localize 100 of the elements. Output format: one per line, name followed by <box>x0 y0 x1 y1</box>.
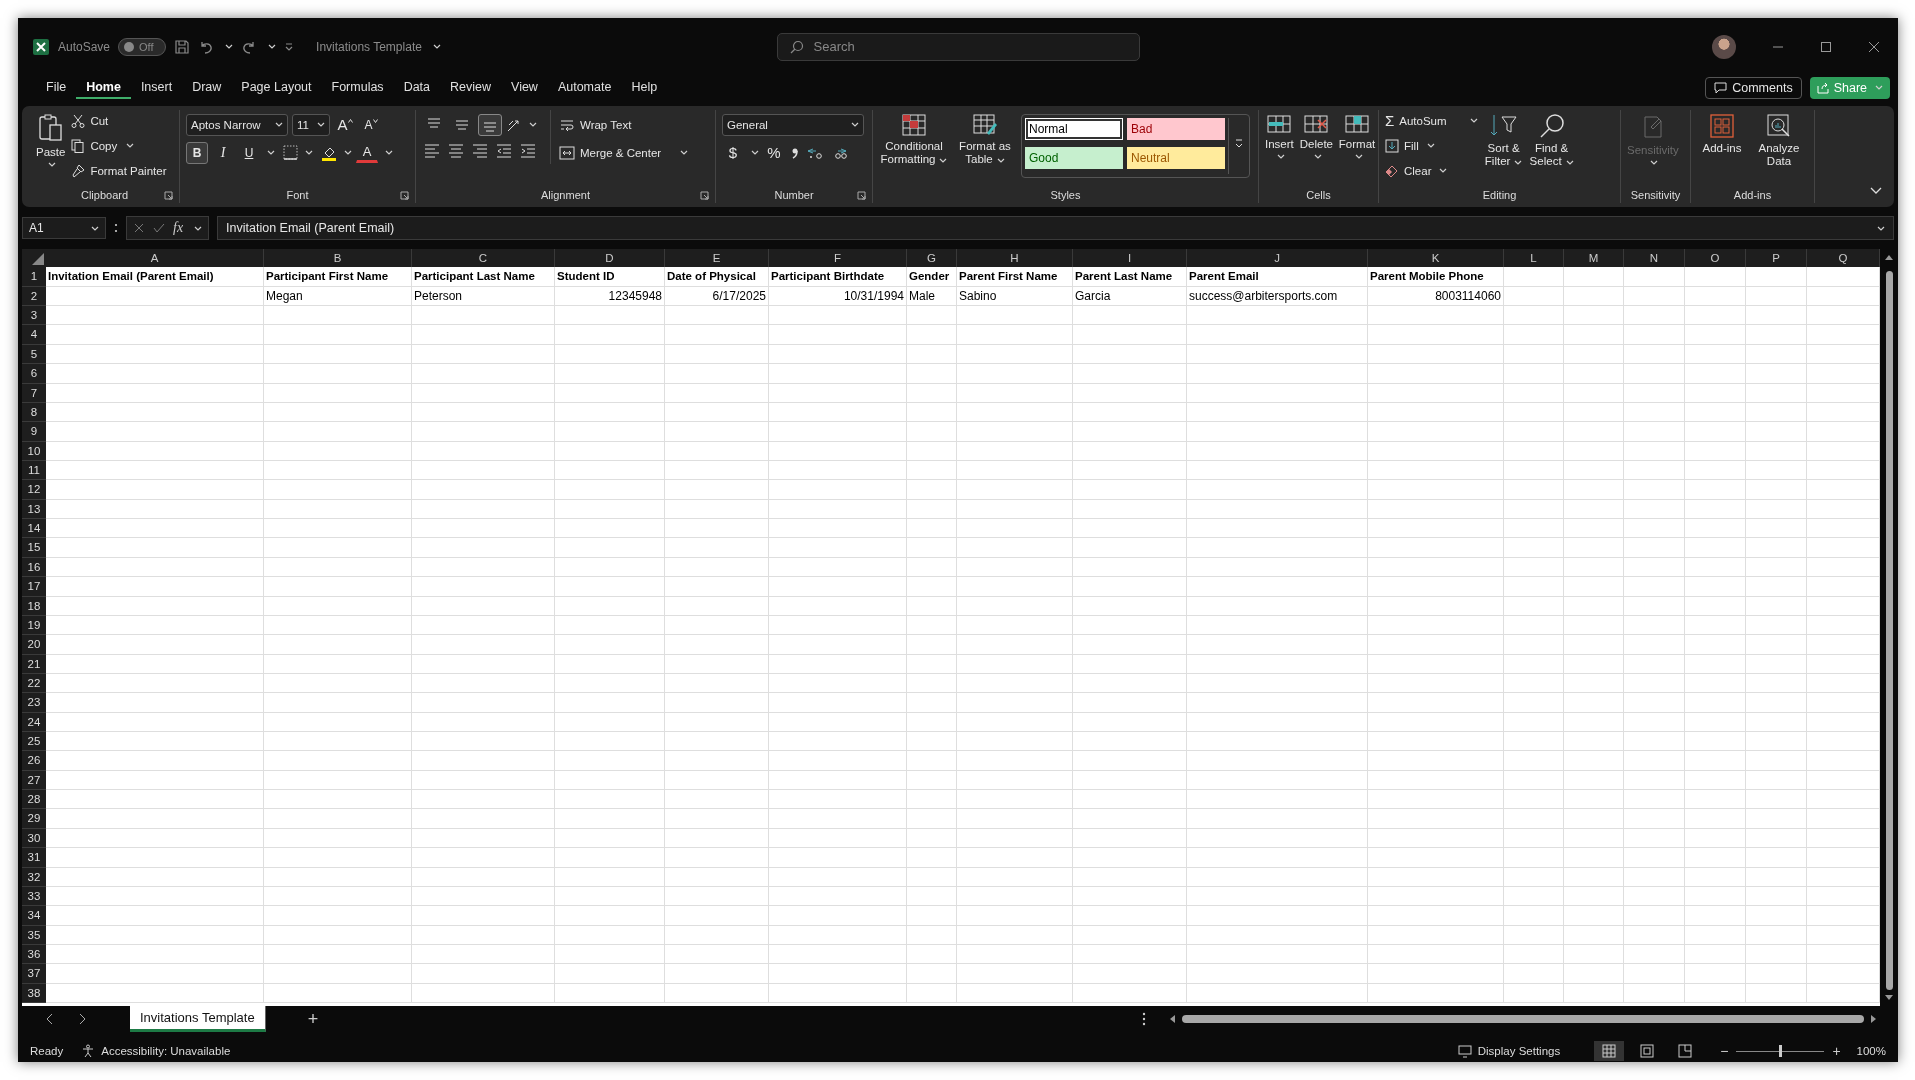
cell-style-swatch[interactable]: Good <box>1025 147 1123 170</box>
currency-button[interactable]: $ <box>722 141 744 164</box>
enter-icon[interactable] <box>153 222 165 235</box>
maximize-icon[interactable] <box>1820 40 1832 53</box>
zoom-out-button[interactable]: − <box>1720 1043 1729 1060</box>
menu-tab[interactable]: Automate <box>547 76 622 99</box>
align-center-icon[interactable] <box>446 141 466 158</box>
align-right-icon[interactable] <box>470 141 490 158</box>
column-header[interactable]: D <box>555 249 665 268</box>
row-header[interactable]: 18 <box>22 596 46 616</box>
column-header[interactable]: K <box>1368 249 1504 268</box>
accessibility-icon[interactable] <box>81 1044 96 1059</box>
column-header[interactable]: E <box>665 249 769 268</box>
format-as-table-button[interactable]: Format as Table <box>955 109 1015 167</box>
more-options-icon[interactable] <box>1142 1012 1146 1027</box>
cell-style-swatch[interactable]: Normal <box>1025 117 1123 140</box>
display-settings-label[interactable]: Display Settings <box>1477 1045 1561 1058</box>
vertical-align-icon[interactable] <box>478 113 502 136</box>
row-header[interactable]: 32 <box>22 867 46 887</box>
row-header[interactable]: 10 <box>22 441 46 461</box>
cut-button[interactable]: Cut <box>71 109 167 132</box>
normal-view-button[interactable] <box>1594 1041 1625 1062</box>
scroll-up-icon[interactable] <box>1884 253 1894 262</box>
search-field[interactable]: Search <box>776 32 1140 61</box>
column-header[interactable]: N <box>1624 249 1685 268</box>
autosave-toggle[interactable]: Off <box>118 37 167 56</box>
comments-button[interactable]: Comments <box>1705 76 1802 99</box>
clear-button[interactable]: Clear <box>1385 159 1478 182</box>
row-header[interactable]: 23 <box>22 693 46 713</box>
row-header[interactable]: 12 <box>22 480 46 500</box>
decrease-indent-icon[interactable] <box>494 141 514 158</box>
column-header[interactable]: H <box>957 249 1073 268</box>
row-header[interactable]: 3 <box>22 306 46 326</box>
column-header[interactable]: J <box>1187 249 1368 268</box>
formula-field[interactable]: Invitation Email (Parent Email) <box>217 216 1894 241</box>
scroll-left-icon[interactable] <box>1168 1014 1176 1025</box>
decrease-font-size-button[interactable]: A <box>360 113 382 136</box>
menu-tab[interactable]: Page Layout <box>231 76 322 99</box>
zoom-level[interactable]: 100% <box>1856 1045 1886 1058</box>
display-settings-icon[interactable] <box>1457 1044 1472 1058</box>
row-header[interactable]: 9 <box>22 422 46 442</box>
font-size-dropdown[interactable]: 11 <box>292 113 330 136</box>
column-header[interactable]: M <box>1564 249 1624 268</box>
sort-filter-button[interactable]: Sort & Filter <box>1483 109 1524 169</box>
autosum-button[interactable]: Σ AutoSum <box>1385 109 1478 132</box>
row-header[interactable]: 27 <box>22 770 46 791</box>
menu-tab[interactable]: Review <box>440 76 502 99</box>
column-header[interactable]: B <box>264 249 412 268</box>
cells-insert-button[interactable]: Insert <box>1265 109 1294 159</box>
row-header[interactable]: 8 <box>22 402 46 423</box>
save-icon[interactable] <box>174 38 191 55</box>
column-header[interactable]: A <box>46 249 264 268</box>
row-header[interactable]: 36 <box>22 944 46 965</box>
collapse-ribbon-icon[interactable] <box>1870 187 1882 196</box>
dialog-launcher-icon[interactable] <box>700 190 709 200</box>
row-header[interactable]: 22 <box>22 673 46 694</box>
row-header[interactable]: 19 <box>22 615 46 636</box>
next-sheet-icon[interactable] <box>78 1013 86 1026</box>
conditional-formatting-button[interactable]: Conditional Formatting <box>879 109 949 167</box>
row-header[interactable]: 28 <box>22 790 46 810</box>
sheet-tab[interactable]: Invitations Template <box>130 1006 266 1033</box>
row-header[interactable]: 30 <box>22 828 46 849</box>
menu-tab[interactable]: Draw <box>182 76 232 99</box>
insert-function-button[interactable]: fx <box>173 220 184 237</box>
add-ins-button[interactable]: Add-ins <box>1697 109 1747 155</box>
menu-tab[interactable]: Formulas <box>321 76 394 99</box>
increase-indent-icon[interactable] <box>518 141 538 158</box>
column-header[interactable]: Q <box>1807 249 1880 268</box>
find-select-button[interactable]: Find & Select <box>1529 109 1574 169</box>
row-header[interactable]: 33 <box>22 886 46 907</box>
row-header[interactable]: 24 <box>22 712 46 732</box>
row-header[interactable]: 14 <box>22 519 46 539</box>
row-header[interactable]: 7 <box>22 383 46 403</box>
row-header[interactable]: 13 <box>22 499 46 520</box>
font-name-dropdown[interactable]: Aptos Narrow <box>186 113 288 136</box>
dialog-launcher-icon[interactable] <box>857 190 866 200</box>
row-header[interactable]: 2 <box>22 286 46 307</box>
bold-button[interactable]: B <box>186 141 208 164</box>
column-header[interactable]: L <box>1504 249 1564 268</box>
cell-style-swatch[interactable]: Neutral <box>1127 147 1225 170</box>
horizontal-scrollbar-thumb[interactable] <box>1182 1015 1864 1024</box>
menu-tab[interactable]: Data <box>393 76 441 99</box>
customize-icon[interactable] <box>284 41 295 52</box>
row-header[interactable]: 4 <box>22 325 46 345</box>
row-header[interactable]: 5 <box>22 344 46 365</box>
vertical-scrollbar-thumb[interactable] <box>1885 271 1893 991</box>
avatar[interactable] <box>1712 34 1736 59</box>
fill-button[interactable]: Fill <box>1385 134 1478 157</box>
row-header[interactable]: 38 <box>22 983 46 1004</box>
format-painter-button[interactable]: Format Painter <box>71 159 167 182</box>
scroll-right-icon[interactable] <box>1870 1014 1878 1025</box>
percent-button[interactable]: % <box>763 141 785 164</box>
row-header[interactable]: 15 <box>22 538 46 558</box>
column-header[interactable]: C <box>412 249 555 268</box>
row-header[interactable]: 11 <box>22 461 46 481</box>
cell-style-swatch[interactable]: Bad <box>1127 117 1225 140</box>
name-box[interactable]: A1 <box>22 217 106 240</box>
dialog-launcher-icon[interactable] <box>164 190 173 200</box>
column-header[interactable]: F <box>769 249 907 268</box>
row-header[interactable]: 21 <box>22 654 46 674</box>
